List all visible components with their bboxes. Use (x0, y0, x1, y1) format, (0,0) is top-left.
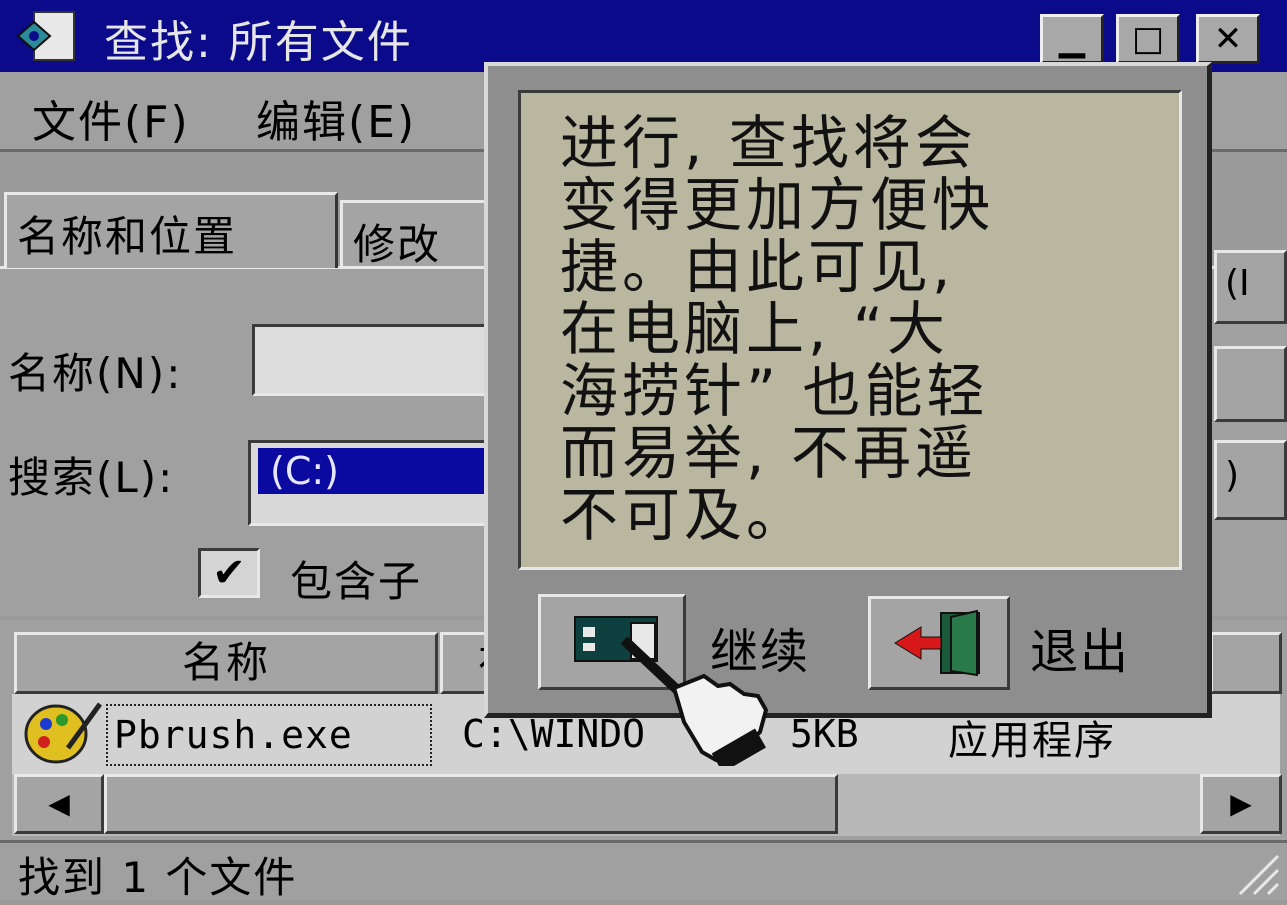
exit-door-icon (894, 609, 980, 677)
close-button[interactable]: ✕ (1196, 14, 1260, 64)
status-text: 找到 1 个文件 (18, 853, 298, 902)
exit-label[interactable]: 退出 (1030, 612, 1130, 682)
file-size: 5KB (790, 712, 859, 756)
checkmark-icon: ✔ (212, 550, 246, 596)
find-now-label: (I (1225, 263, 1250, 304)
tutorial-line: 海捞针” 也能轻 (560, 357, 989, 425)
window-title: 查找: 所有文件 (104, 17, 413, 68)
tab-name-location[interactable]: 名称和位置 (4, 192, 338, 268)
find-now-button[interactable]: (I (1214, 250, 1287, 324)
tutorial-line: 变得更加方便快 (560, 171, 995, 239)
exit-button[interactable] (868, 596, 1010, 690)
scroll-right-button[interactable]: ▶ (1200, 774, 1282, 834)
tutorial-line: 进行, 查找将会 (560, 109, 977, 177)
column-header-extra[interactable] (1210, 632, 1282, 694)
file-name[interactable]: Pbrush.exe (106, 704, 432, 766)
column-header-name[interactable]: 名称 (14, 632, 438, 694)
scroll-left-button[interactable]: ◀ (14, 774, 104, 834)
tutorial-line: 不可及。 (560, 481, 809, 549)
scroll-thumb[interactable] (104, 774, 838, 834)
menu-edit[interactable]: 编辑(E) (256, 86, 416, 150)
new-search-button[interactable]: ) (1214, 440, 1287, 520)
search-label: 搜索(L): (8, 453, 175, 502)
paintbrush-file-icon (22, 700, 103, 766)
menu-file[interactable]: 文件(F) (32, 86, 190, 150)
resize-grip-icon[interactable] (1230, 850, 1280, 896)
maximize-button[interactable]: □ (1116, 14, 1180, 64)
minimize-button[interactable]: ▁ (1040, 14, 1104, 64)
arrow-right-icon: ▶ (1230, 787, 1252, 820)
minimize-icon: ▁ (1058, 19, 1086, 59)
tutorial-line: 而易举, 不再遥 (560, 419, 977, 487)
name-label: 名称(N): (8, 349, 183, 398)
stop-button[interactable] (1214, 346, 1287, 422)
maximize-icon: □ (1131, 19, 1165, 59)
search-location-selected[interactable]: (C:) (258, 448, 508, 494)
tutorial-line: 捷。由此可见, (560, 233, 955, 301)
name-input[interactable] (252, 324, 512, 396)
tab-modified[interactable]: 修改 (340, 200, 490, 269)
arrow-left-icon: ◀ (48, 787, 70, 820)
tutorial-text: 进行, 查找将会 变得更加方便快 捷。由此可见, 在电脑上, “大 海捞针” 也… (560, 112, 1150, 546)
close-icon: ✕ (1213, 19, 1243, 59)
include-subfolders-checkbox[interactable]: ✔ (198, 548, 260, 598)
search-app-icon (14, 8, 84, 64)
include-subfolders-label: 包含子 (290, 557, 423, 606)
hand-pointer-cursor-icon (618, 636, 778, 773)
tutorial-line: 在电脑上, “大 (560, 295, 949, 363)
new-search-label: ) (1225, 455, 1240, 496)
